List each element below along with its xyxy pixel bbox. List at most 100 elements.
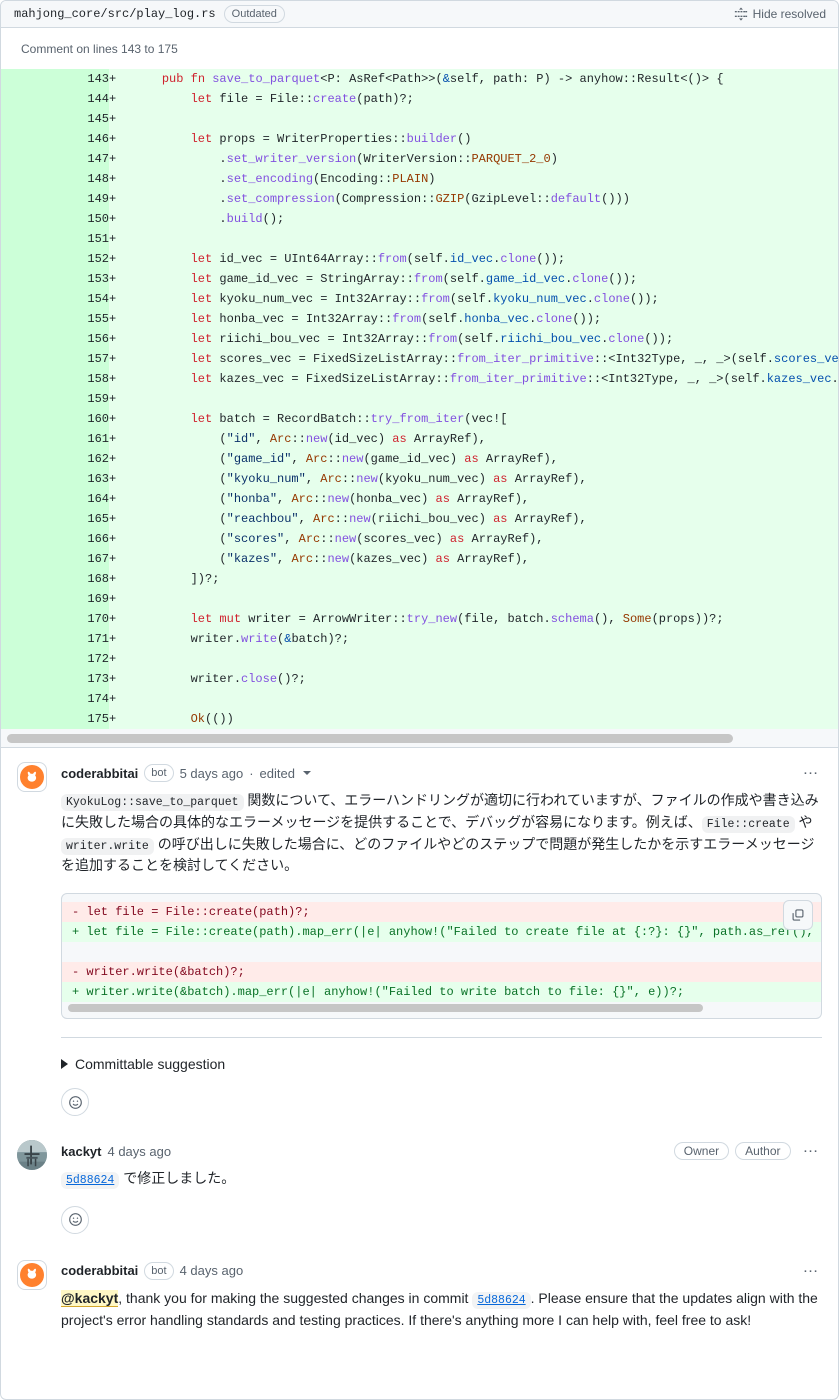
diff-line-number[interactable]: 173 xyxy=(1,669,109,689)
suggestion-scrollbar[interactable] xyxy=(62,1002,821,1018)
commit-link[interactable]: 5d88624 xyxy=(61,1172,120,1190)
diff-line-number[interactable]: 156 xyxy=(1,329,109,349)
avatar[interactable] xyxy=(17,1259,49,1292)
diff-line-code: ("honba", Arc::new(honba_vec) as ArrayRe… xyxy=(133,489,838,509)
diff-line-number[interactable]: 153 xyxy=(1,269,109,289)
comment-menu-button[interactable]: … xyxy=(797,762,823,781)
diff-line-code: let batch = RecordBatch::try_from_iter(v… xyxy=(133,409,838,429)
diff-scrollbar-thumb[interactable] xyxy=(7,734,733,743)
comment-header: coderabbitai bot 5 days ago · edited … xyxy=(61,762,822,784)
diff-line-number[interactable]: 158 xyxy=(1,369,109,389)
diff-line: 162 + ("game_id", Arc::new(game_id_vec) a… xyxy=(1,449,838,469)
diff-line-number[interactable]: 157 xyxy=(1,349,109,369)
diff-line-number[interactable]: 150 xyxy=(1,209,109,229)
diff-line-marker: + xyxy=(109,509,133,529)
diff-line-marker: + xyxy=(109,389,133,409)
diff-line-code: let props = WriterProperties::builder() xyxy=(133,129,838,149)
diff-line-number[interactable]: 146 xyxy=(1,129,109,149)
diff-line-code: Ok(()) xyxy=(133,709,838,729)
diff-line-number[interactable]: 162 xyxy=(1,449,109,469)
chevron-down-icon[interactable] xyxy=(302,771,311,775)
diff-line-number[interactable]: 169 xyxy=(1,589,109,609)
diff-line-marker: + xyxy=(109,589,133,609)
comment-menu-button[interactable]: … xyxy=(797,1140,823,1159)
diff-line-marker: + xyxy=(109,149,133,169)
diff-line-code: let id_vec = UInt64Array::from(self.id_v… xyxy=(133,249,838,269)
diff-line-number[interactable]: 147 xyxy=(1,149,109,169)
diff-line-number[interactable]: 172 xyxy=(1,649,109,669)
diff-line: 163 + ("kyoku_num", Arc::new(kyoku_num_ve… xyxy=(1,469,838,489)
diff-line: 145 + xyxy=(1,109,838,129)
diff-line-number[interactable]: 163 xyxy=(1,469,109,489)
file-header: mahjong_core/src/play_log.rs Outdated Hi… xyxy=(1,1,838,28)
diff-line: 143 + pub fn save_to_parquet<P: AsRef<Pat… xyxy=(1,69,838,89)
comment-author[interactable]: coderabbitai xyxy=(61,766,138,781)
diff-line-code: ("reachbou", Arc::new(riichi_bou_vec) as… xyxy=(133,509,838,529)
diff-line-marker: + xyxy=(109,449,133,469)
suggestion-diff: - let file = File::create(path)?; + let f… xyxy=(62,894,821,1003)
suggestion-line: - writer.write(&batch)?; xyxy=(62,962,821,983)
avatar[interactable] xyxy=(17,762,49,794)
diff-line-number[interactable]: 148 xyxy=(1,169,109,189)
comment-menu-button[interactable]: … xyxy=(797,1259,823,1279)
diff-line-number[interactable]: 166 xyxy=(1,529,109,549)
diff-line-number[interactable]: 151 xyxy=(1,229,109,249)
add-reaction-button[interactable] xyxy=(61,1088,89,1117)
suggestion-line: + writer.write(&batch).map_err(|e| anyho… xyxy=(62,982,821,1003)
diff-line-number[interactable]: 170 xyxy=(1,609,109,629)
committable-suggestion-toggle[interactable]: Committable suggestion xyxy=(61,1056,822,1072)
diff-line: 169 + xyxy=(1,589,838,609)
diff-line-number[interactable]: 161 xyxy=(1,429,109,449)
comment-text-before: , thank you for making the suggested cha… xyxy=(118,1289,473,1306)
diff-line: 165 + ("reachbou", Arc::new(riichi_bou_ve… xyxy=(1,509,838,529)
diff-line-marker: + xyxy=(109,689,133,709)
diff-line-code: ("game_id", Arc::new(game_id_vec) as Arr… xyxy=(133,449,838,469)
inline-code: writer.write xyxy=(61,837,154,855)
diff-line: 174 + xyxy=(1,689,838,709)
comment-timestamp[interactable]: 4 days ago xyxy=(107,1144,171,1159)
hide-resolved-button[interactable]: Hide resolved xyxy=(734,7,826,21)
avatar[interactable] xyxy=(17,1140,49,1172)
diff-line-code xyxy=(133,389,838,409)
diff-line-number[interactable]: 174 xyxy=(1,689,109,709)
comment-timestamp[interactable]: 5 days ago xyxy=(180,766,244,781)
diff-line-number[interactable]: 164 xyxy=(1,489,109,509)
comment-author[interactable]: coderabbitai xyxy=(61,1263,138,1278)
diff-line-number[interactable]: 143 xyxy=(1,69,109,89)
diff-line-number[interactable]: 165 xyxy=(1,509,109,529)
comment-text: の呼び出しに失敗した場合に、どのファイルやどのステップで問題が発生したかを示すエ… xyxy=(61,835,815,874)
diff-line-number[interactable]: 159 xyxy=(1,389,109,409)
diff-line-number[interactable]: 171 xyxy=(1,629,109,649)
file-path[interactable]: mahjong_core/src/play_log.rs xyxy=(14,7,216,21)
diff-line-code: .build(); xyxy=(133,209,838,229)
comment-timestamp[interactable]: 4 days ago xyxy=(180,1263,244,1278)
mention-link[interactable]: @kackyt xyxy=(61,1289,119,1307)
diff-line-marker: + xyxy=(109,649,133,669)
diff-line-number[interactable]: 154 xyxy=(1,289,109,309)
diff-line-number[interactable]: 167 xyxy=(1,549,109,569)
fold-icon xyxy=(734,7,748,21)
comment-body: 5d88624 で修正しました。 xyxy=(61,1162,822,1190)
diff-line-number[interactable]: 144 xyxy=(1,89,109,109)
comment-author[interactable]: kackyt xyxy=(61,1144,101,1159)
diff-line-number[interactable]: 168 xyxy=(1,569,109,589)
diff-line-code: let game_id_vec = StringArray::from(self… xyxy=(133,269,838,289)
add-reaction-button[interactable] xyxy=(61,1205,89,1234)
diff-line-number[interactable]: 155 xyxy=(1,309,109,329)
diff-line-code: let mut writer = ArrowWriter::try_new(fi… xyxy=(133,609,838,629)
diff-line-number[interactable]: 160 xyxy=(1,409,109,429)
diff-horizontal-scrollbar[interactable] xyxy=(1,729,838,747)
commit-link[interactable]: 5d88624 xyxy=(472,1291,531,1309)
diff-line-number[interactable]: 175 xyxy=(1,709,109,729)
diff-line: 175 + Ok(()) xyxy=(1,709,838,729)
copy-icon[interactable] xyxy=(783,900,813,931)
diff-line-number[interactable]: 149 xyxy=(1,189,109,209)
suggestion-scrollbar-thumb[interactable] xyxy=(68,1004,703,1013)
edited-label[interactable]: edited xyxy=(260,766,295,781)
diff-line-number[interactable]: 145 xyxy=(1,109,109,129)
diff-line-code xyxy=(133,589,838,609)
diff-line-number[interactable]: 152 xyxy=(1,249,109,269)
diff-line-marker: + xyxy=(109,289,133,309)
diff-line-marker: + xyxy=(109,209,133,229)
diff-line: 172 + xyxy=(1,649,838,669)
